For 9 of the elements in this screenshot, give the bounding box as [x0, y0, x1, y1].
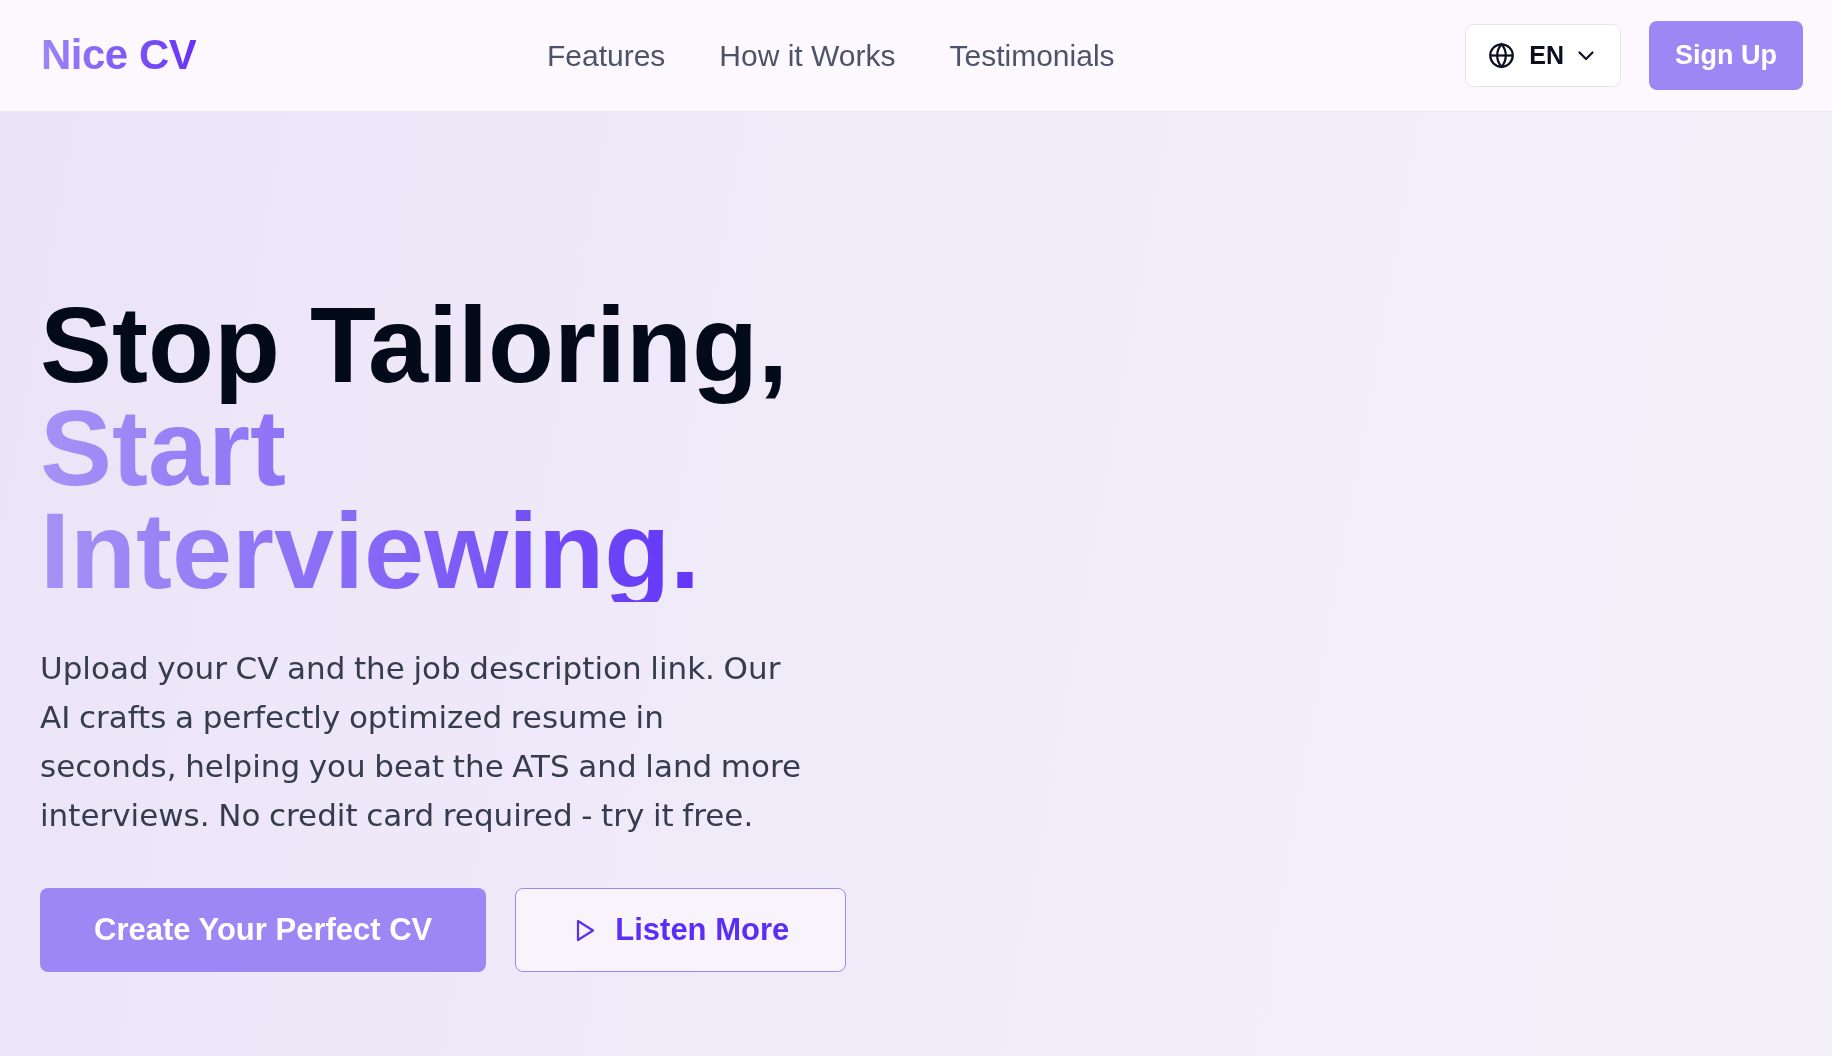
- hero-description: Upload your CV and the job description link. Our AI crafts a perfectly optimized resume in seconds, helping you beat the ATS and land more interviews. No credit card required - try it free.: [40, 649, 803, 835]
- play-icon: [576, 918, 596, 942]
- chevron-down-icon: [1578, 50, 1594, 61]
- nav-link[interactable]: Testimonials: [949, 37, 1115, 74]
- globe-icon: [1488, 42, 1516, 69]
- nav-link[interactable]: Features: [546, 37, 666, 74]
- language-selector[interactable]: EN: [1465, 24, 1621, 87]
- listen-more-button[interactable]: Listen More: [515, 888, 847, 972]
- nav-link[interactable]: How it Works: [719, 37, 896, 74]
